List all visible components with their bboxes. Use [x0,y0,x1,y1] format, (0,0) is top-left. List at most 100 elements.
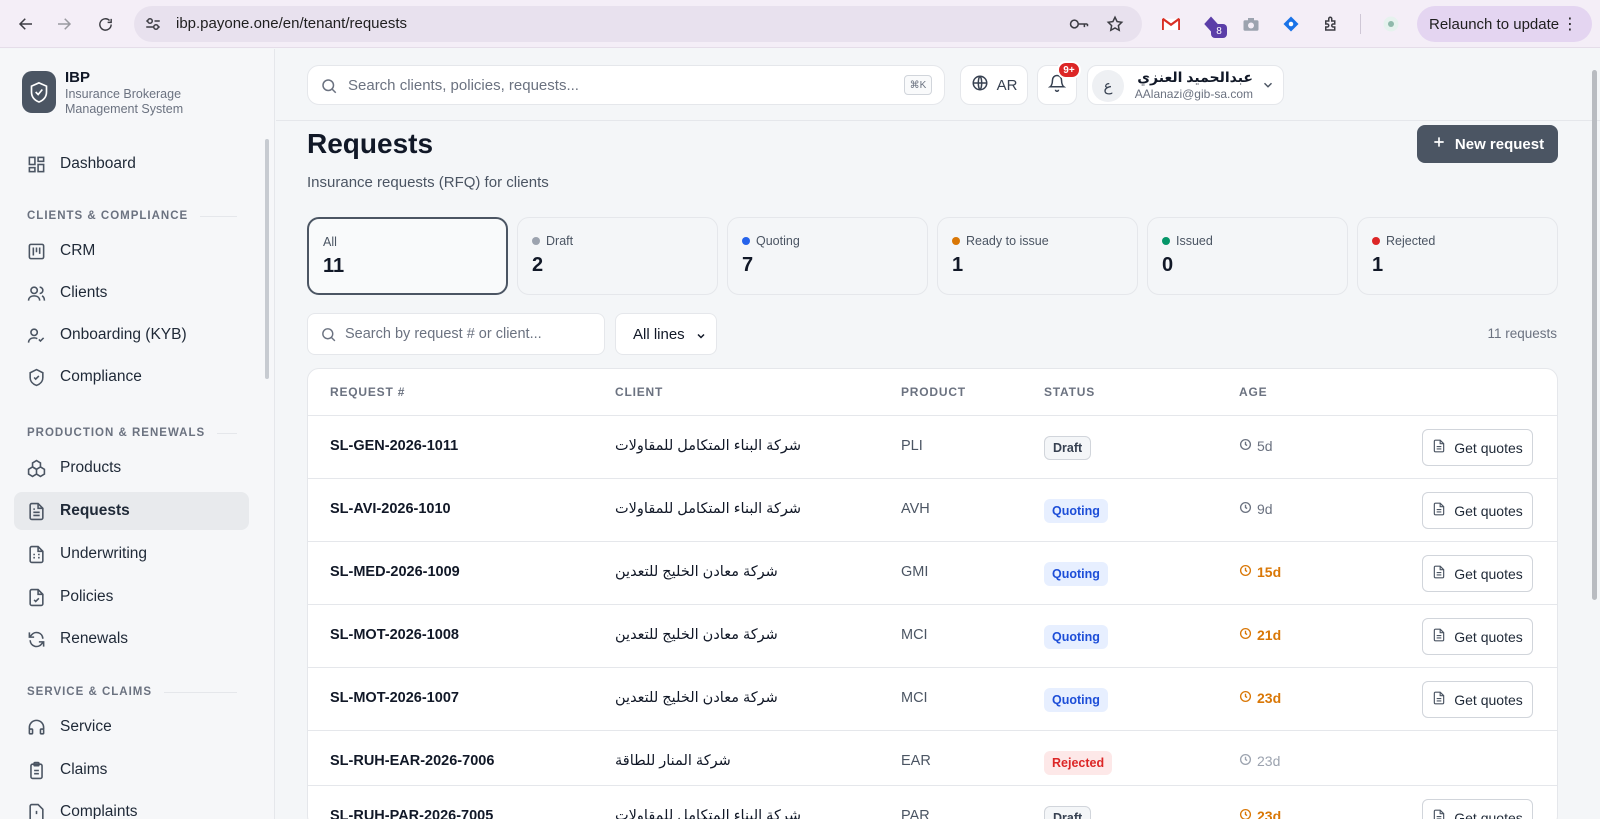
shield-logo-icon [22,71,56,113]
table-row[interactable]: SL-RUH-PAR-2026-7005 شركة البناء المتكامل… [308,785,1557,819]
request-number[interactable]: SL-MED-2026-1009 [330,564,460,580]
clock-icon [1239,627,1252,643]
get-quotes-button[interactable]: Get quotes [1422,492,1533,529]
clipboard-icon [26,760,46,780]
page-subtitle: Insurance requests (RFQ) for clients [307,174,549,191]
reload-icon[interactable] [91,10,119,38]
stat-label: Ready to issue [966,234,1049,248]
age-value: 23d [1257,690,1282,706]
table-row[interactable]: SL-MOT-2026-1007 شركة معادن الخليج للتعدي… [308,667,1557,730]
user-menu-button[interactable]: ع عبدالحميد العنزي AAlanazi@gib-sa.com [1087,65,1284,105]
stat-value: 0 [1162,254,1174,276]
stat-value: 1 [1372,254,1384,276]
request-number[interactable]: SL-RUH-EAR-2026-7006 [330,753,494,769]
get-quotes-label: Get quotes [1454,565,1523,582]
bookmark-star-icon[interactable] [1105,14,1125,34]
puzzle-extensions-icon[interactable] [1320,13,1342,35]
forward-icon[interactable] [50,10,78,38]
sidebar-item-underwriting[interactable]: Underwriting [14,535,249,573]
sidebar-item-clients[interactable]: Clients [14,274,249,312]
sidebar-item-compliance[interactable]: Compliance [14,358,249,396]
sidebar-item-renewals[interactable]: Renewals [14,620,249,658]
sidebar-item-onboarding[interactable]: Onboarding (KYB) [14,316,249,354]
stat-card-issued[interactable]: Issued 0 [1147,217,1348,295]
request-search-input[interactable]: Search by request # or client... [307,313,605,355]
get-quotes-button[interactable]: Get quotes [1422,799,1533,819]
stat-card-quoting[interactable]: Quoting 7 [727,217,928,295]
table-row[interactable]: SL-MED-2026-1009 شركة معادن الخليج للتعدي… [308,541,1557,604]
get-quotes-label: Get quotes [1454,502,1523,519]
clock-icon [1239,808,1252,819]
avatar: ع [1092,70,1124,102]
dashboard-icon [26,154,46,174]
page-scrollbar[interactable] [1592,70,1597,600]
users-icon [26,283,46,303]
lines-selected-value: All lines [633,325,685,343]
header-status: STATUS [1044,385,1096,399]
status-badge: Quoting [1044,562,1108,586]
header-product: PRODUCT [901,385,966,399]
client-name: شركة المنار للطاقة [615,753,731,769]
age-cell: 23d [1239,753,1280,769]
browser-toolbar: ibp.payone.one/en/tenant/requests 8 Rela… [0,0,1600,48]
request-count: 11 requests [1487,326,1557,341]
more-menu-icon[interactable]: ⋮ [1562,14,1578,34]
product-code: PAR [901,808,930,819]
site-settings-icon[interactable] [144,15,162,33]
sidebar-item-dashboard[interactable]: Dashboard [14,145,249,183]
sidebar-item-service[interactable]: Service [14,708,249,746]
table-row[interactable]: SL-RUH-EAR-2026-7006 شركة المنار للطاقة EA… [308,730,1557,793]
sidebar-item-label: Clients [60,284,108,301]
table-row[interactable]: SL-GEN-2026-1011 شركة البناء المتكامل للم… [308,415,1557,478]
table-row[interactable]: SL-MOT-2026-1008 شركة معادن الخليج للتعدي… [308,604,1557,667]
back-icon[interactable] [12,10,40,38]
age-cell: 15d [1239,564,1281,580]
product-code: AVH [901,501,930,517]
relaunch-button[interactable]: Relaunch to update ⋮ [1417,6,1592,42]
lines-select[interactable]: All lines [615,313,717,355]
sidebar-item-products[interactable]: Products [14,449,249,487]
request-number[interactable]: SL-MOT-2026-1008 [330,627,459,643]
get-quotes-button[interactable]: Get quotes [1422,618,1533,655]
sidebar-item-policies[interactable]: Policies [14,578,249,616]
global-search-input[interactable]: Search clients, policies, requests... ⌘K [307,65,945,105]
sidebar-scrollbar[interactable] [265,139,269,379]
get-quotes-button[interactable]: Get quotes [1422,681,1533,718]
sidebar-item-crm[interactable]: CRM [14,232,249,270]
address-bar[interactable]: ibp.payone.one/en/tenant/requests [134,6,1142,42]
request-number[interactable]: SL-MOT-2026-1007 [330,690,459,706]
boxes-icon [26,458,46,478]
request-number[interactable]: SL-RUH-PAR-2026-7005 [330,808,493,819]
age-value: 23d [1257,808,1282,819]
stat-card-ready-to-issue[interactable]: Ready to issue 1 [937,217,1138,295]
client-name: شركة معادن الخليج للتعدين [615,627,778,643]
stat-card-draft[interactable]: Draft 2 [517,217,718,295]
clock-icon [1239,753,1252,769]
language-toggle-button[interactable]: AR [960,65,1028,105]
age-cell: 5d [1239,438,1273,454]
request-number[interactable]: SL-GEN-2026-1011 [330,438,458,454]
search-icon [320,326,337,343]
camera-extension-icon[interactable] [1240,13,1262,35]
get-quotes-button[interactable]: Get quotes [1422,429,1533,466]
section-service-claims: SERVICE & CLAIMS [27,686,237,698]
request-number[interactable]: SL-AVI-2026-1010 [330,501,451,517]
file-icon [1432,691,1446,708]
user-name: عبدالحميد العنزي [1137,69,1253,85]
profile-extension-icon[interactable] [1380,13,1402,35]
get-quotes-button[interactable]: Get quotes [1422,555,1533,592]
alert-file-icon [26,802,46,819]
sidebar-item-claims[interactable]: Claims [14,751,249,789]
sidebar-item-requests[interactable]: Requests [14,492,249,530]
gmail-extension-icon[interactable] [1160,13,1182,35]
stat-card-rejected[interactable]: Rejected 1 [1357,217,1558,295]
sidebar-item-label: Compliance [60,368,142,385]
stat-card-all[interactable]: All 11 [307,217,508,295]
table-row[interactable]: SL-AVI-2026-1010 شركة البناء المتكامل للم… [308,478,1557,541]
sidebar-item-complaints[interactable]: Complaints [14,793,249,819]
product-code: GMI [901,564,929,580]
tag-extension-icon[interactable] [1280,13,1302,35]
password-key-icon[interactable] [1069,14,1089,34]
get-quotes-label: Get quotes [1454,628,1523,645]
new-request-button[interactable]: New request [1417,125,1558,163]
